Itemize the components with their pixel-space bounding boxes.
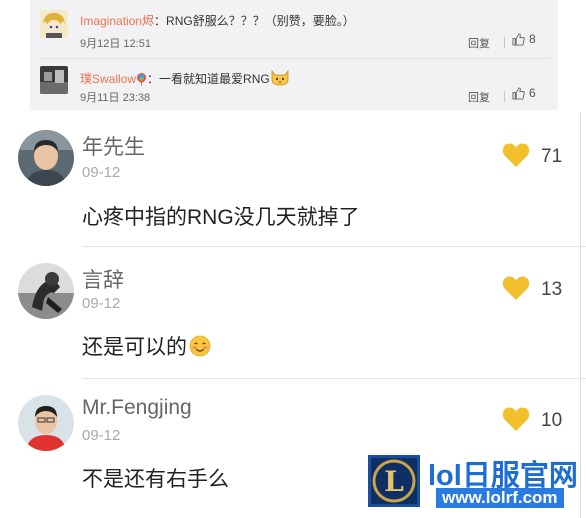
heart-like-icon[interactable] <box>502 142 530 168</box>
weibo-comment: Imagination烬：RNG舒服么？？？（别赞，要脸。） 9月12日 12:… <box>30 4 558 58</box>
username-link[interactable]: 璞Swallow <box>80 72 136 86</box>
league-logo-icon: L <box>368 455 420 507</box>
weibo-comment: 璞Swallow ：一看就知道最爱RNG 9月11日 23:38 回复 6 <box>30 60 558 108</box>
watermark-url: www.lolrf.com <box>436 488 564 508</box>
avatar[interactable] <box>18 130 74 186</box>
comment-text: 还是可以的 <box>82 331 211 363</box>
divider <box>38 58 550 59</box>
avatar[interactable] <box>40 10 68 38</box>
like-count: 8 <box>529 32 536 46</box>
comment-item: 年先生 09-12 心疼中指的RNG没几天就掉了 71 <box>0 112 586 247</box>
timestamp: 9月12日 12:51 <box>80 38 151 50</box>
comment-text: ：一看就知道最爱RNG <box>147 72 270 86</box>
comment-text-content: 还是可以的 <box>82 336 187 359</box>
like-button[interactable]: 8 <box>512 32 536 46</box>
reply-button[interactable]: 回复 <box>468 35 490 51</box>
comment-date: 09-12 <box>82 427 121 444</box>
username-link[interactable]: Imagination烬 <box>80 14 154 28</box>
like-count: 6 <box>529 86 536 100</box>
avatar[interactable] <box>18 395 74 451</box>
reply-button[interactable]: 回复 <box>468 89 490 105</box>
comment-date: 09-12 <box>82 295 121 312</box>
weibo-comment-panel: Imagination烬：RNG舒服么？？？（别赞，要脸。） 9月12日 12:… <box>30 0 558 110</box>
divider <box>504 37 505 48</box>
comment-text: ：RNG舒服么？？？（别赞，要脸。） <box>154 14 355 28</box>
comment-text: 心疼中指的RNG没几天就掉了 <box>82 206 360 229</box>
weibo-comment-line: 璞Swallow ：一看就知道最爱RNG <box>80 68 290 89</box>
cat-face-icon <box>270 68 290 89</box>
thumbs-up-icon <box>512 86 525 100</box>
like-count: 71 <box>541 146 563 167</box>
like-button[interactable]: 6 <box>512 86 536 100</box>
like-count: 10 <box>541 410 563 431</box>
heart-like-icon[interactable] <box>502 406 530 432</box>
comment-author[interactable]: 年先生 <box>82 131 145 161</box>
rainbow-balloon-icon <box>136 72 147 89</box>
avatar[interactable] <box>18 263 74 319</box>
comment-author[interactable]: Mr.Fengjing <box>82 396 192 420</box>
thumbs-up-icon <box>512 32 525 46</box>
divider <box>504 91 505 102</box>
comment-author[interactable]: 言辞 <box>82 264 124 294</box>
comment-item: 言辞 09-12 还是可以的 13 <box>0 247 586 379</box>
smiling-face-emoji-icon <box>189 335 211 363</box>
comment-date: 09-12 <box>82 164 121 181</box>
avatar[interactable] <box>40 66 68 94</box>
weibo-comment-line: Imagination烬：RNG舒服么？？？（别赞，要脸。） <box>80 12 355 29</box>
timestamp: 9月11日 23:38 <box>80 92 151 104</box>
svg-text:L: L <box>384 465 404 498</box>
like-count: 13 <box>541 279 563 300</box>
heart-like-icon[interactable] <box>502 275 530 301</box>
comment-text: 不是还有右手么 <box>82 468 229 491</box>
